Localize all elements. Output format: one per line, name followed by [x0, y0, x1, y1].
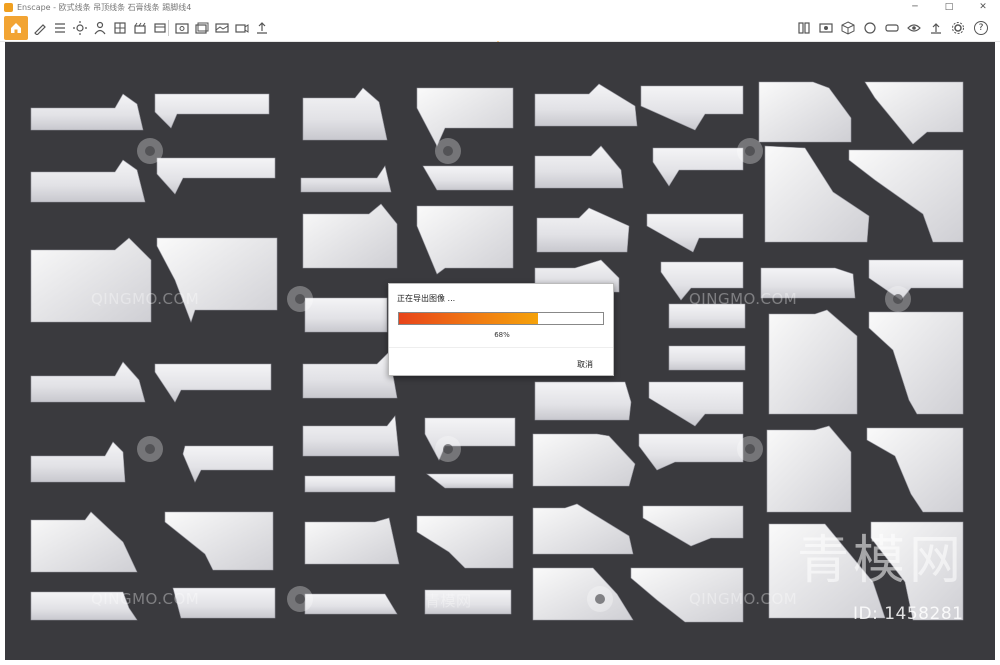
- export-progress-dialog: 正在导出图像 ... 68% 取消: [388, 283, 614, 376]
- watermark-text: QINGMO.COM: [91, 290, 200, 308]
- visibility-icon[interactable]: [906, 20, 922, 36]
- watermark-logo-icon: [587, 586, 613, 612]
- dialog-title: 正在导出图像 ...: [397, 294, 456, 303]
- watermark-text: QINGMO.COM: [689, 590, 798, 608]
- home-icon: [11, 23, 21, 33]
- list-icon[interactable]: [52, 20, 68, 36]
- window-title: Enscape - 欧式线条 吊顶线条 石膏线条 踢脚线4: [17, 2, 192, 12]
- person-icon[interactable]: [92, 20, 108, 36]
- title-bar: Enscape - 欧式线条 吊顶线条 石膏线条 踢脚线4 ─ □ ✕: [0, 0, 1000, 14]
- progress-percent-label: 68%: [494, 331, 510, 339]
- help-button[interactable]: ?: [974, 21, 988, 35]
- watermark-logo-icon: [137, 138, 163, 164]
- upload-icon[interactable]: [928, 20, 944, 36]
- watermark-logo-icon: [737, 138, 763, 164]
- grid-icon[interactable]: [112, 20, 128, 36]
- views-icon[interactable]: [818, 20, 834, 36]
- watermark-logo-icon: [287, 286, 313, 312]
- batch-render-icon[interactable]: [194, 20, 210, 36]
- watermark-brand: 青模网: [797, 531, 966, 591]
- watermark-logo-icon: [435, 436, 461, 462]
- export-icon[interactable]: [254, 20, 270, 36]
- watermark-logo-icon: [137, 436, 163, 462]
- watermark-text: QINGMO.COM: [689, 290, 798, 308]
- video-icon[interactable]: [234, 20, 250, 36]
- watermark-id: ID: 1458281: [853, 604, 964, 624]
- settings-gear-icon[interactable]: [950, 20, 966, 36]
- watermark-logo-icon: [737, 436, 763, 462]
- film-icon[interactable]: [152, 20, 168, 36]
- toolbar-separator: [168, 20, 169, 36]
- asset-library-icon[interactable]: [796, 20, 812, 36]
- home-button[interactable]: [4, 16, 28, 40]
- draw-tool-icon[interactable]: [32, 20, 48, 36]
- enscape-window: Enscape - 欧式线条 吊顶线条 石膏线条 踢脚线4 ─ □ ✕ ? QI…: [0, 0, 1000, 665]
- vr-headset-icon[interactable]: [884, 20, 900, 36]
- minimize-button[interactable]: ─: [898, 0, 932, 14]
- close-button[interactable]: ✕: [966, 0, 1000, 14]
- dialog-divider: [389, 347, 613, 348]
- sun-icon[interactable]: [72, 20, 88, 36]
- export-progress-bar: [398, 312, 604, 325]
- window-controls: ─ □ ✕: [898, 0, 1000, 14]
- watermark-text-cn: 青模网: [425, 592, 472, 610]
- cube-icon[interactable]: [840, 20, 856, 36]
- clapboard-icon[interactable]: [132, 20, 148, 36]
- collapse-chevron-icon[interactable]: [492, 33, 504, 47]
- sync-icon[interactable]: [862, 20, 878, 36]
- watermark-logo-icon: [885, 286, 911, 312]
- enscape-logo-icon: [4, 2, 13, 12]
- maximize-button[interactable]: □: [932, 0, 966, 14]
- panorama-icon[interactable]: [214, 20, 230, 36]
- screenshot-icon[interactable]: [174, 20, 190, 36]
- cancel-button[interactable]: 取消: [577, 359, 593, 370]
- watermark-text: QINGMO.COM: [91, 590, 200, 608]
- watermark-logo-icon: [435, 138, 461, 164]
- toolbar: ?: [0, 14, 1000, 47]
- progress-fill: [399, 313, 538, 324]
- watermark-logo-icon: [287, 586, 313, 612]
